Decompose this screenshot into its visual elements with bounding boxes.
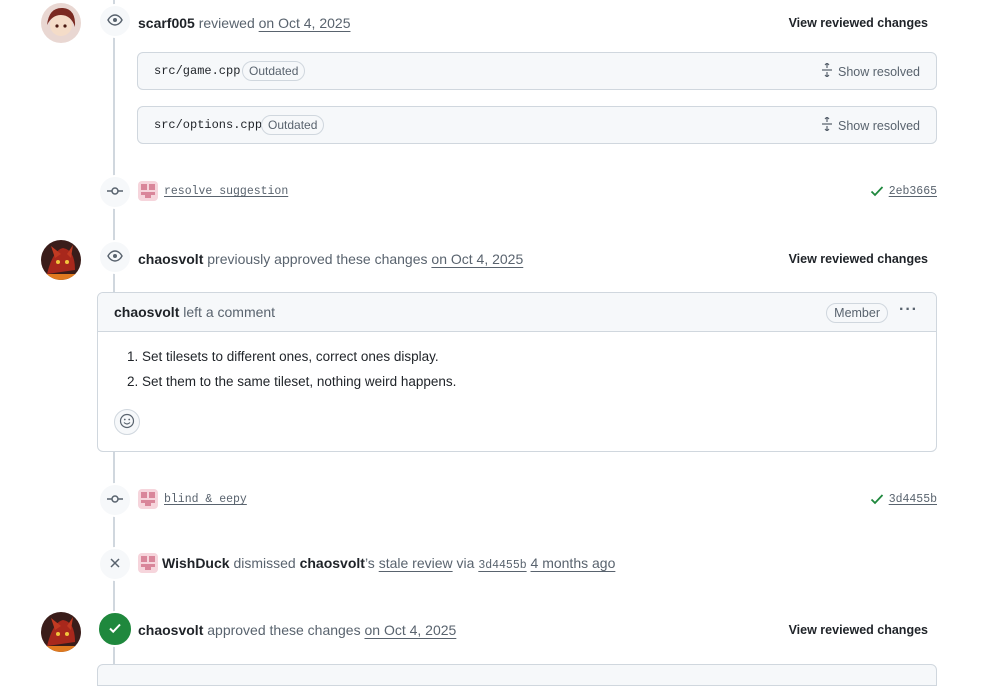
comment-action: left a comment [183, 304, 276, 320]
review-badge [98, 240, 132, 274]
file-path[interactable]: src/options.cpp [154, 118, 262, 132]
dismissal-summary: WishDuck dismissed chaosvolt’s stale rev… [162, 553, 615, 576]
stale-review-link[interactable]: stale review [379, 555, 453, 571]
commit-sha-link[interactable]: 2eb3665 [889, 185, 937, 198]
review-author-link[interactable]: chaosvolt [300, 555, 365, 571]
list-item: Set them to the same tileset, nothing we… [142, 369, 936, 394]
comment-body: Set tilesets to different ones, correct … [98, 332, 936, 394]
commit-badge [98, 483, 132, 517]
review-file[interactable]: src/game.cpp Outdated Show resolved [137, 52, 937, 90]
commit-message-link[interactable]: resolve suggestion [164, 185, 288, 198]
show-resolved-label: Show resolved [838, 64, 920, 79]
check-icon [870, 492, 884, 509]
author-link[interactable]: chaosvolt [138, 251, 203, 267]
git-commit-icon [107, 491, 123, 510]
review-summary: scarf005 reviewed on Oct 4, 2025 [138, 13, 350, 33]
comment-author-link[interactable]: chaosvolt [114, 304, 179, 320]
avatar[interactable] [41, 3, 81, 43]
review-date-link[interactable]: on Oct 4, 2025 [431, 251, 523, 267]
review-summary: chaosvolt approved these changes on Oct … [138, 620, 456, 640]
check-icon [107, 620, 123, 639]
review-action: reviewed [198, 15, 255, 31]
smiley-icon [119, 413, 135, 432]
commit-message-link[interactable]: blind & eepy [164, 493, 247, 506]
review-action: previously approved these changes [207, 251, 428, 267]
commit-author-avatar[interactable] [138, 489, 158, 509]
dismissal-time-link[interactable]: 4 months ago [531, 555, 616, 571]
view-reviewed-changes-button[interactable]: View reviewed changes [789, 620, 928, 640]
list-item: Set tilesets to different ones, correct … [142, 344, 936, 369]
unfold-icon [820, 116, 834, 134]
commit-badge [98, 175, 132, 209]
x-icon [109, 556, 121, 572]
outdated-badge: Outdated [242, 61, 306, 81]
outdated-badge: Outdated [261, 115, 325, 135]
commit-sha-link[interactable]: 3d4455b [889, 493, 937, 506]
file-path[interactable]: src/game.cpp [154, 64, 240, 78]
avatar[interactable] [41, 612, 81, 652]
comment-author-line: chaosvolt left a comment [114, 302, 275, 322]
review-badge [98, 4, 132, 38]
review-file[interactable]: src/options.cpp Outdated Show resolved [137, 106, 937, 144]
author-link[interactable]: chaosvolt [138, 622, 203, 638]
dismiss-badge [98, 547, 132, 581]
commit-author-avatar[interactable] [138, 181, 158, 201]
avatar[interactable] [41, 240, 81, 280]
check-icon [870, 184, 884, 201]
review-comment: chaosvolt left a comment Member ··· Set … [97, 292, 937, 452]
show-resolved-button[interactable]: Show resolved [820, 116, 920, 134]
review-action: approved these changes [207, 622, 361, 638]
possessive-text: ’s [364, 555, 375, 571]
show-resolved-button[interactable]: Show resolved [820, 62, 920, 80]
unfold-icon [820, 62, 834, 80]
dismissal-sha-link[interactable]: 3d4455b [478, 559, 526, 572]
next-comment-box [97, 664, 937, 686]
show-resolved-label: Show resolved [838, 118, 920, 133]
dismisser-link[interactable]: WishDuck [162, 555, 230, 571]
dismisser-avatar[interactable] [138, 553, 158, 573]
member-badge: Member [826, 303, 888, 323]
view-reviewed-changes-button[interactable]: View reviewed changes [789, 249, 928, 269]
review-summary: chaosvolt previously approved these chan… [138, 249, 523, 269]
via-text: via [456, 555, 475, 571]
comment-list: Set tilesets to different ones, correct … [98, 332, 936, 394]
eye-icon [107, 12, 123, 31]
approved-badge [97, 611, 133, 647]
git-commit-icon [107, 183, 123, 202]
view-reviewed-changes-button[interactable]: View reviewed changes [789, 13, 928, 33]
author-link[interactable]: scarf005 [138, 15, 195, 31]
dismissal-action: dismissed [233, 555, 296, 571]
eye-icon [107, 248, 123, 267]
kebab-menu-icon[interactable]: ··· [899, 301, 918, 319]
add-reaction-button[interactable] [114, 409, 140, 435]
review-date-link[interactable]: on Oct 4, 2025 [259, 15, 351, 31]
comment-header: chaosvolt left a comment Member ··· [98, 293, 936, 332]
review-date-link[interactable]: on Oct 4, 2025 [364, 622, 456, 638]
